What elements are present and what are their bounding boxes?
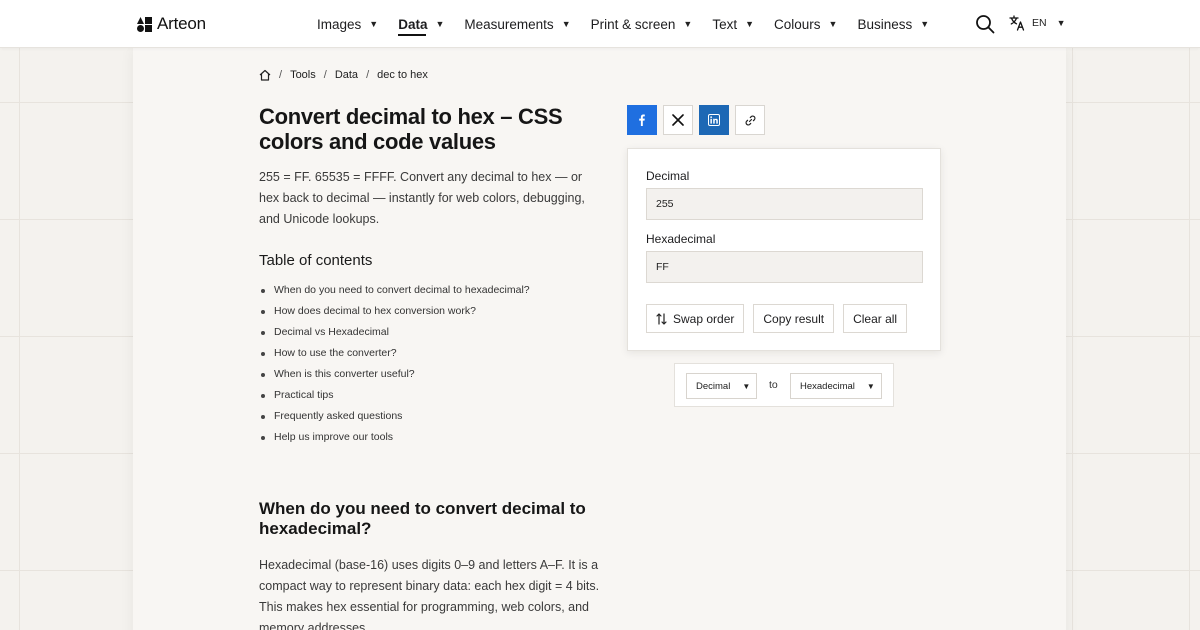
chevron-down-icon: ▼ — [683, 19, 693, 29]
site-logo[interactable]: Arteon — [137, 14, 206, 34]
breadcrumb-separator: / — [366, 69, 370, 81]
top-navigation-bar: Arteon Images ▼ Data ▼ Measurements ▼ Pr… — [0, 0, 1200, 48]
converter-actions: Swap order Copy result Clear all — [646, 304, 908, 333]
chevron-down-icon: ▼ — [1056, 18, 1066, 28]
link-icon — [745, 115, 755, 125]
copy-result-label: Copy result — [763, 311, 825, 326]
share-buttons — [627, 105, 765, 135]
chevron-down-icon: ▼ — [866, 381, 875, 391]
from-unit-value: Decimal — [696, 380, 731, 392]
decimal-input[interactable] — [646, 188, 923, 220]
chevron-down-icon: ▼ — [435, 19, 445, 29]
breadcrumb-data[interactable]: Data — [335, 69, 358, 81]
nav-item-business[interactable]: Business ▼ — [857, 17, 929, 32]
intro-text: 255 = FF. 65535 = FFFF. Convert any deci… — [259, 170, 585, 226]
to-unit-select[interactable]: Hexadecimal ▼ — [790, 373, 882, 399]
copy-result-button[interactable]: Copy result — [753, 304, 835, 333]
swap-order-label: Swap order — [673, 311, 735, 326]
to-unit-value: Hexadecimal — [800, 380, 855, 392]
from-unit-select[interactable]: Decimal ▼ — [686, 373, 757, 399]
share-facebook-button[interactable] — [627, 105, 657, 135]
copy-link-button[interactable] — [735, 105, 765, 135]
language-selector[interactable]: EN ▼ — [1009, 15, 1066, 31]
nav-item-measurements[interactable]: Measurements ▼ — [464, 17, 570, 32]
breadcrumb-separator: / — [323, 69, 327, 81]
converter-card: Decimal Hexadecimal Swap order Copy resu… — [627, 148, 941, 351]
logo-mark-icon — [137, 16, 152, 32]
chevron-down-icon: ▼ — [369, 19, 379, 29]
chevron-down-icon: ▼ — [561, 19, 571, 29]
decimal-label: Decimal — [646, 169, 690, 183]
page-title: Convert decimal to hex – CSS colors and … — [259, 104, 563, 154]
nav-label: Images — [317, 16, 362, 32]
nav-label: Text — [712, 16, 738, 32]
nav-label: Colours — [774, 16, 821, 32]
toc-item[interactable]: Practical tips — [261, 385, 530, 406]
nav-item-images[interactable]: Images ▼ — [317, 17, 378, 32]
main-nav: Images ▼ Data ▼ Measurements ▼ Print & s… — [317, 0, 949, 48]
nav-item-colours[interactable]: Colours ▼ — [774, 17, 837, 32]
to-label: to — [769, 379, 778, 391]
translate-icon — [1009, 15, 1025, 31]
section-paragraph: Hexadecimal (base-16) uses digits 0–9 an… — [259, 558, 600, 630]
nav-label: Business — [857, 16, 913, 32]
nav-item-text[interactable]: Text ▼ — [712, 17, 754, 32]
nav-label: Measurements — [464, 16, 554, 32]
hexadecimal-input[interactable] — [646, 251, 923, 283]
chevron-down-icon: ▼ — [742, 381, 751, 391]
share-x-button[interactable] — [663, 105, 693, 135]
nav-label: Data — [398, 16, 428, 32]
logo-text: Arteon — [157, 14, 206, 33]
toc-title: Table of contents — [259, 252, 373, 269]
swap-order-button[interactable]: Swap order — [646, 304, 745, 333]
x-logo-icon — [672, 114, 684, 126]
toc-item[interactable]: When do you need to convert decimal to h… — [261, 280, 530, 301]
breadcrumb-current: dec to hex — [377, 69, 428, 81]
toc-item[interactable]: How does decimal to hex conversion work? — [261, 301, 530, 322]
language-code: EN — [1032, 17, 1047, 29]
breadcrumb: / Tools / Data / dec to hex — [259, 69, 428, 81]
swap-icon — [656, 312, 667, 325]
facebook-icon — [639, 114, 645, 126]
clear-all-label: Clear all — [853, 311, 898, 326]
share-linkedin-button[interactable] — [699, 105, 729, 135]
home-icon[interactable] — [259, 69, 271, 81]
toc-item[interactable]: Help us improve our tools — [261, 427, 530, 448]
chevron-down-icon: ▼ — [828, 19, 838, 29]
chevron-down-icon: ▼ — [920, 19, 930, 29]
toc-item[interactable]: When is this converter useful? — [261, 364, 530, 385]
unit-selector: Decimal ▼ to Hexadecimal ▼ — [674, 363, 894, 407]
toc-item[interactable]: Frequently asked questions — [261, 406, 530, 427]
nav-label: Print & screen — [590, 16, 676, 32]
section-heading: When do you need to convert decimal to h… — [259, 499, 586, 538]
linkedin-icon — [708, 114, 720, 126]
toc-item[interactable]: How to use the converter? — [261, 343, 530, 364]
chevron-down-icon: ▼ — [745, 19, 755, 29]
nav-item-data[interactable]: Data ▼ — [398, 17, 444, 32]
clear-all-button[interactable]: Clear all — [843, 304, 908, 333]
hexadecimal-label: Hexadecimal — [646, 232, 716, 246]
breadcrumb-separator: / — [279, 69, 283, 81]
search-icon[interactable] — [975, 14, 995, 34]
breadcrumb-tools[interactable]: Tools — [290, 69, 316, 81]
nav-item-print-screen[interactable]: Print & screen ▼ — [591, 17, 693, 32]
table-of-contents: When do you need to convert decimal to h… — [261, 280, 530, 448]
toc-item[interactable]: Decimal vs Hexadecimal — [261, 322, 530, 343]
